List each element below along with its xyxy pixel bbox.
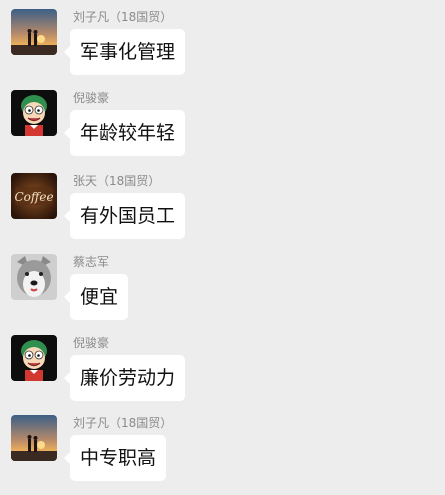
chat-message: 刘子凡（18国贸） 中专职高 — [0, 415, 445, 495]
chat-message: 刘子凡（18国贸） 军事化管理 — [0, 9, 445, 89]
sender-name: 倪骏豪 — [73, 336, 110, 350]
sunset-couple-avatar-icon[interactable] — [11, 9, 57, 55]
chat-message: 倪骏豪 年龄较年轻 — [0, 90, 445, 170]
sunset-couple-avatar-icon[interactable] — [11, 415, 57, 461]
chat-message-list[interactable]: 刘子凡（18国贸） 军事化管理 倪骏豪 年龄较年轻 Coffee 张天（18国贸… — [0, 0, 445, 485]
message-bubble[interactable]: 军事化管理 — [63, 29, 186, 75]
svg-text:Coffee: Coffee — [14, 190, 53, 204]
coffee-sign-avatar-icon[interactable]: Coffee — [11, 173, 57, 219]
message-bubble[interactable]: 年龄较年轻 — [63, 110, 186, 156]
chat-message: 倪骏豪 廉价劳动力 — [0, 335, 445, 415]
cartoon-boy-avatar-icon[interactable] — [11, 335, 57, 381]
sender-name: 刘子凡（18国贸） — [73, 10, 173, 24]
message-bubble[interactable]: 廉价劳动力 — [63, 355, 186, 401]
husky-dog-avatar-icon[interactable] — [11, 254, 57, 300]
message-bubble[interactable]: 中专职高 — [63, 435, 167, 481]
message-bubble[interactable]: 便宜 — [63, 274, 129, 320]
sender-name: 倪骏豪 — [73, 91, 110, 105]
sender-name: 刘子凡（18国贸） — [73, 416, 173, 430]
sender-name: 蔡志军 — [73, 255, 110, 269]
chat-message: Coffee 张天（18国贸） 有外国员工 — [0, 173, 445, 253]
chat-message: 蔡志军 便宜 — [0, 254, 445, 334]
message-bubble[interactable]: 有外国员工 — [63, 193, 186, 239]
sender-name: 张天（18国贸） — [73, 174, 161, 188]
cartoon-boy-avatar-icon[interactable] — [11, 90, 57, 136]
